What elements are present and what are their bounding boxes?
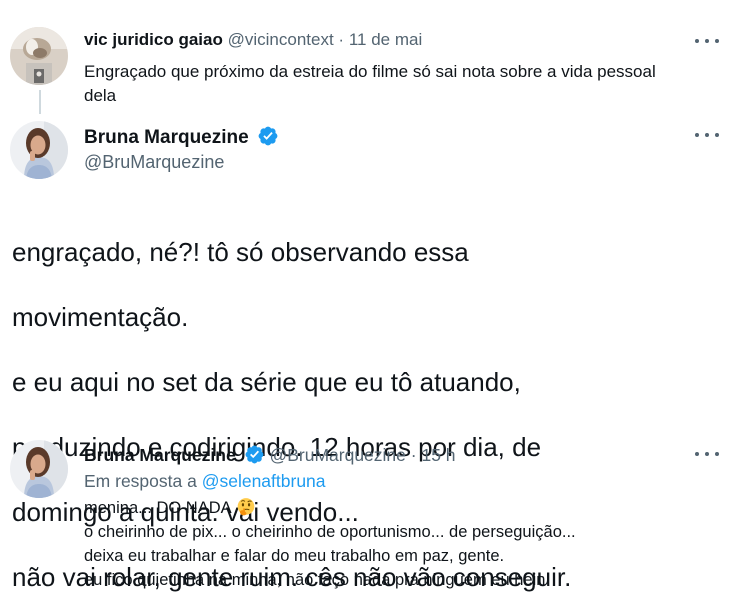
thinking-face-emoji-icon <box>237 498 254 516</box>
display-name[interactable]: Bruna Marquezine <box>84 127 249 148</box>
tweet-date[interactable]: 11 de mai <box>349 30 422 49</box>
verified-badge-icon[interactable] <box>244 444 265 465</box>
reply-tweet-text: menina... DO NADA o cheirinho de pix... … <box>84 496 734 592</box>
more-horizontal-icon[interactable] <box>695 34 719 48</box>
tweet-line: o cheirinho de pix... o cheirinho de opo… <box>84 523 576 541</box>
profile-photo-avatar <box>10 121 68 179</box>
reply-mention-link[interactable]: @selenaftbruna <box>202 471 326 491</box>
separator: · <box>410 445 417 465</box>
verified-badge-icon[interactable] <box>257 125 279 147</box>
avatar-bruna-main[interactable] <box>10 121 68 179</box>
tweet-line: e eu aqui no set da série que eu tô atua… <box>12 366 521 397</box>
tweet-line: menina... DO NADA <box>84 496 734 520</box>
dog-photo-avatar <box>10 27 68 85</box>
more-horizontal-icon[interactable] <box>695 128 719 142</box>
thread-connector-line <box>39 90 41 114</box>
main-tweet-name-row: Bruna Marquezine <box>84 125 279 149</box>
more-horizontal-icon[interactable] <box>695 447 719 461</box>
reply-prefix: Em resposta a <box>84 471 197 491</box>
display-name[interactable]: vic juridico gaiao <box>84 30 223 49</box>
tweet-time[interactable]: 15 h <box>421 445 455 465</box>
separator: · <box>338 30 345 49</box>
avatar-bruna-reply[interactable] <box>10 440 68 498</box>
tweet-line-text: menina... DO NADA <box>84 499 232 517</box>
avatar-vic[interactable] <box>10 27 68 85</box>
main-tweet-handle[interactable]: @BruMarquezine <box>84 152 224 173</box>
quoted-tweet-text: Engraçado que próximo da estreia do film… <box>84 62 656 105</box>
tweet-line: deixa eu trabalhar e falar do meu trabal… <box>84 547 505 565</box>
tweet-line: eu fico quietinha na minha, não faço nad… <box>84 571 546 589</box>
replying-to: Em resposta a @selenaftbruna <box>84 471 326 492</box>
reply-tweet-header: Bruna Marquezine @BruMarquezine · 15 h <box>84 444 456 466</box>
tweet-line: engraçado, né?! tô só observando essa <box>12 236 469 267</box>
handle[interactable]: @BruMarquezine <box>269 445 405 465</box>
profile-photo-avatar <box>10 440 68 498</box>
quoted-tweet-header: vic juridico gaiao @vicincontext · 11 de… <box>84 30 422 50</box>
handle[interactable]: @vicincontext <box>228 30 334 49</box>
tweet-line: movimentação. <box>12 301 189 332</box>
display-name[interactable]: Bruna Marquezine <box>84 445 236 465</box>
